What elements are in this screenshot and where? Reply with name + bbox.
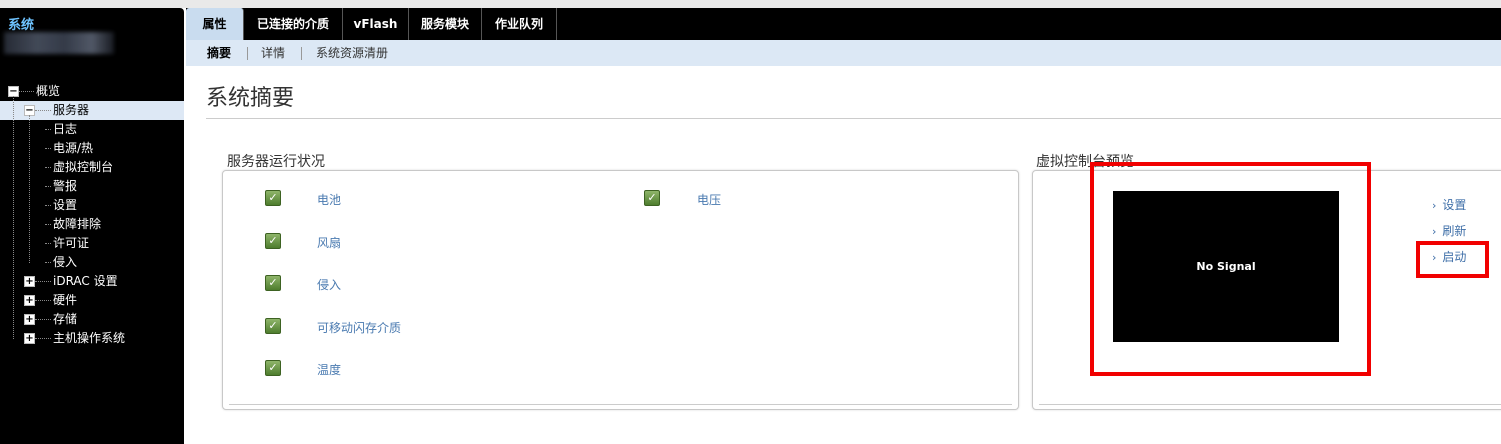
green-check-icon: ✓ [265, 275, 281, 291]
subtab-summary[interactable]: 摘要 [207, 40, 231, 66]
server-health-panel: ✓ 电池 ✓ 风扇 ✓ 侵入 ✓ 可移动闪存介质 ✓ 温度 ✓ 电压 [222, 170, 1019, 410]
tree-item[interactable]: + iDRAC 设置 [0, 272, 184, 291]
tree-item-label: 服务器 [53, 103, 90, 117]
tree-item[interactable]: 日志 [0, 120, 184, 139]
tree-item[interactable]: 许可证 [0, 234, 184, 253]
tree-item-label: 虚拟控制台 [53, 160, 114, 174]
tree-item-label: 日志 [53, 122, 78, 136]
green-check-icon: ✓ [265, 233, 281, 249]
tree-item[interactable]: − 服务器 [0, 101, 184, 120]
chevron-right-icon: › [1432, 199, 1437, 212]
tree-item-label: 设置 [53, 198, 78, 212]
tab-connected-media[interactable]: 已连接的介质 [244, 8, 343, 40]
tab-vflash[interactable]: vFlash [343, 8, 409, 40]
highlight-frame-console [1090, 162, 1371, 376]
console-settings-link[interactable]: › 设置 [1432, 196, 1466, 213]
highlight-frame-launch [1416, 241, 1489, 278]
sidebar: 系统 − 概览 − 服务器日志电源/热虚拟控制台警报设置故障排除许可证侵入 + iDRAC… [0, 8, 184, 444]
green-check-icon: ✓ [265, 190, 281, 206]
title-divider [206, 118, 1501, 119]
health-item-battery[interactable]: 电池 [317, 191, 341, 208]
tree-connector [45, 262, 51, 263]
panel-bottom-rule [229, 404, 1012, 405]
main-content: 属性 已连接的介质 vFlash 服务模块 作业队列 摘要 详情 系统资源清册 … [186, 8, 1501, 444]
subtab-divider [301, 47, 302, 60]
expand-icon[interactable]: + [24, 333, 35, 344]
sidebar-title: 系统 [8, 18, 35, 33]
tree-connector [45, 129, 51, 130]
tree-item-label: 电源/热 [53, 141, 94, 155]
console-refresh-link[interactable]: › 刷新 [1432, 222, 1466, 239]
system-name-redacted [4, 32, 114, 54]
tree-item[interactable]: + 存储 [0, 310, 184, 329]
tab-service-module[interactable]: 服务模块 [409, 8, 482, 40]
expand-icon[interactable]: + [24, 314, 35, 325]
tree-connector [45, 167, 51, 168]
tree-item[interactable]: − 概览 [0, 82, 184, 101]
tree-item-label: 存储 [53, 312, 78, 326]
health-item-removable-flash[interactable]: 可移动闪存介质 [317, 319, 401, 336]
health-item-intrusion[interactable]: 侵入 [317, 276, 341, 293]
tree-item-label: 侵入 [53, 255, 78, 269]
expand-icon[interactable]: + [24, 276, 35, 287]
tree-connector [35, 300, 51, 301]
tree-item[interactable]: 故障排除 [0, 215, 184, 234]
tree-item-label: 警报 [53, 179, 78, 193]
panel-bottom-rule [1039, 404, 1501, 405]
tree-item-label: 概览 [36, 84, 61, 98]
tab-job-queue[interactable]: 作业队列 [482, 8, 557, 40]
tab-properties[interactable]: 属性 [186, 8, 244, 40]
tree-item-label: 硬件 [53, 293, 78, 307]
tree-connector [45, 186, 51, 187]
subtab-system-inventory[interactable]: 系统资源清册 [316, 40, 388, 66]
tree-item[interactable]: 电源/热 [0, 139, 184, 158]
health-item-temperature[interactable]: 温度 [317, 361, 341, 378]
page-title: 系统摘要 [206, 86, 295, 111]
expand-icon[interactable]: + [24, 295, 35, 306]
navigation-tree: − 概览 − 服务器日志电源/热虚拟控制台警报设置故障排除许可证侵入 + iDRAC 设置… [0, 82, 184, 348]
sub-tab-bar: 摘要 详情 系统资源清册 [186, 40, 1501, 66]
tree-item[interactable]: + 硬件 [0, 291, 184, 310]
tree-connector [35, 281, 51, 282]
tree-connector [45, 148, 51, 149]
health-item-voltage[interactable]: 电压 [697, 191, 721, 208]
window-top-strip [0, 0, 1501, 8]
tree-connector [45, 205, 51, 206]
green-check-icon: ✓ [644, 190, 660, 206]
tree-connector [13, 96, 14, 339]
tree-connector [45, 224, 51, 225]
tree-connector [35, 110, 51, 111]
tree-connector [35, 319, 51, 320]
tree-item[interactable]: 警报 [0, 177, 184, 196]
console-refresh-label: 刷新 [1442, 224, 1467, 238]
tree-connector [35, 338, 51, 339]
green-check-icon: ✓ [265, 318, 281, 334]
tree-item[interactable]: 设置 [0, 196, 184, 215]
tree-item-label: 许可证 [53, 236, 90, 250]
tree-item-label: iDRAC 设置 [53, 274, 118, 288]
subtab-details[interactable]: 详情 [261, 40, 285, 66]
tree-item[interactable]: + 主机操作系统 [0, 329, 184, 348]
tab-bar: 属性 已连接的介质 vFlash 服务模块 作业队列 [186, 8, 1501, 40]
tree-connector [19, 91, 34, 92]
green-check-icon: ✓ [265, 360, 281, 376]
chevron-right-icon: › [1432, 225, 1437, 238]
tree-item-label: 故障排除 [53, 217, 102, 231]
console-settings-label: 设置 [1442, 198, 1467, 212]
subtab-divider [247, 47, 248, 60]
tree-item-label: 主机操作系统 [53, 331, 126, 345]
health-item-fans[interactable]: 风扇 [317, 234, 341, 251]
tree-connector [29, 115, 30, 263]
tree-connector [45, 243, 51, 244]
tree-item[interactable]: 虚拟控制台 [0, 158, 184, 177]
server-health-title: 服务器运行状况 [227, 154, 325, 170]
tree-item[interactable]: 侵入 [0, 253, 184, 272]
